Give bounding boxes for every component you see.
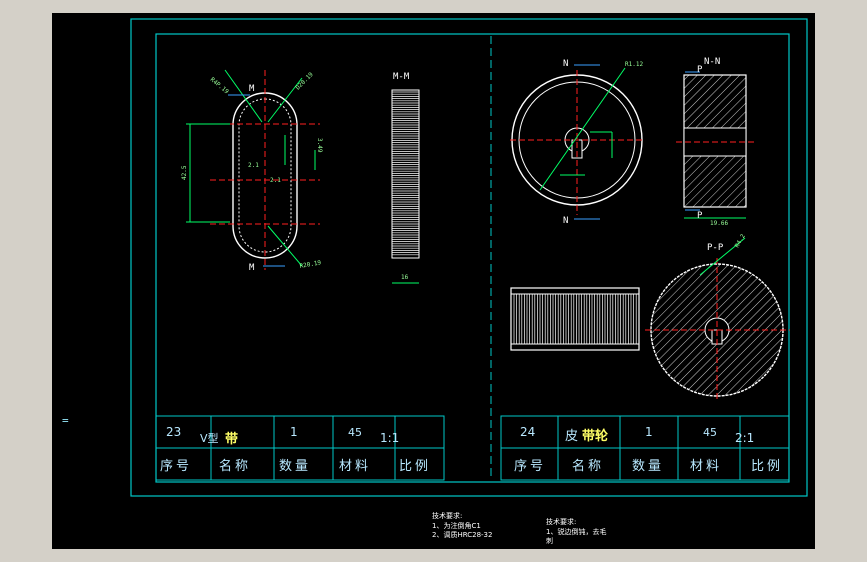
notes-left-line1: 1、为注倒角C1	[432, 521, 481, 530]
right-name-b: 带轮	[582, 428, 608, 444]
right-h-no: 序号	[514, 459, 546, 474]
right-h-name: 名称	[572, 458, 604, 474]
left-qty: 1	[290, 425, 298, 439]
left-h-scale: 比例	[399, 459, 431, 474]
pulley-p-bottom: P	[697, 211, 703, 221]
notes-right-title: 技术要求:	[546, 517, 576, 526]
right-qty: 1	[645, 425, 653, 439]
left-material: 45	[348, 426, 362, 439]
pulley-teeth-view	[510, 287, 640, 351]
belt-mark-bottom: M	[249, 263, 255, 273]
left-no: 23	[166, 425, 181, 439]
notes-left-line2: 2、调质HRC28-32	[432, 530, 492, 539]
right-material: 45	[703, 426, 717, 439]
left-h-no: 序号	[160, 459, 192, 474]
belt-side-view	[391, 89, 420, 259]
pulley-width-dim: 19.66	[710, 220, 728, 227]
pulley-section-label: N-N	[704, 57, 720, 67]
belt-width-dim: 16	[401, 274, 409, 281]
right-name-a: 皮	[565, 429, 578, 444]
notes-left-title: 技术要求:	[432, 511, 462, 520]
notes-right-line1: 1、锐边倒钝，去毛	[546, 527, 606, 536]
right-no: 24	[520, 425, 535, 439]
pp-dim: R4.2	[734, 233, 747, 249]
pp-section-label: P-P	[707, 243, 724, 253]
left-name-b: 带	[225, 431, 238, 447]
notes-right-line2: 刺	[546, 536, 553, 545]
left-h-qty: 数量	[279, 459, 311, 474]
belt-dim-d: D20.19	[294, 71, 315, 92]
belt-mark-top: M	[249, 84, 255, 94]
pp-section-view	[645, 237, 790, 402]
left-scale: 1:1	[380, 431, 399, 445]
pulley-mark-bottom: N	[563, 216, 568, 226]
belt-dim-r2: R20.19	[299, 259, 322, 270]
right-h-qty: 数量	[632, 459, 664, 474]
pulley-front-view	[510, 64, 645, 220]
belt-section-label: M-M	[393, 72, 410, 82]
pulley-mark-top: N	[563, 59, 568, 69]
pulley-p-top: P	[697, 65, 703, 75]
belt-dim-a: 2.1	[248, 162, 259, 169]
pulley-section-view	[676, 71, 754, 219]
right-h-scale: 比例	[751, 459, 783, 474]
belt-dim-height: 42.5	[181, 165, 188, 180]
drawing-svg: R4P.19 D20.19 R20.19 42.5 2.1 2.1 3.49 M…	[130, 18, 808, 545]
pulley-dim: R1.12	[625, 61, 643, 68]
belt-dim-c: 3.49	[316, 138, 323, 153]
right-scale: 2:1	[735, 431, 754, 445]
belt-dim-r1: R4P.19	[209, 76, 230, 96]
belt-front-view	[186, 69, 320, 270]
belt-dim-b: 2.1	[270, 177, 281, 184]
left-h-material: 材料	[339, 459, 371, 474]
left-h-name: 名称	[219, 458, 251, 474]
left-name-a: V型	[200, 431, 219, 445]
right-h-material: 材料	[690, 459, 722, 474]
